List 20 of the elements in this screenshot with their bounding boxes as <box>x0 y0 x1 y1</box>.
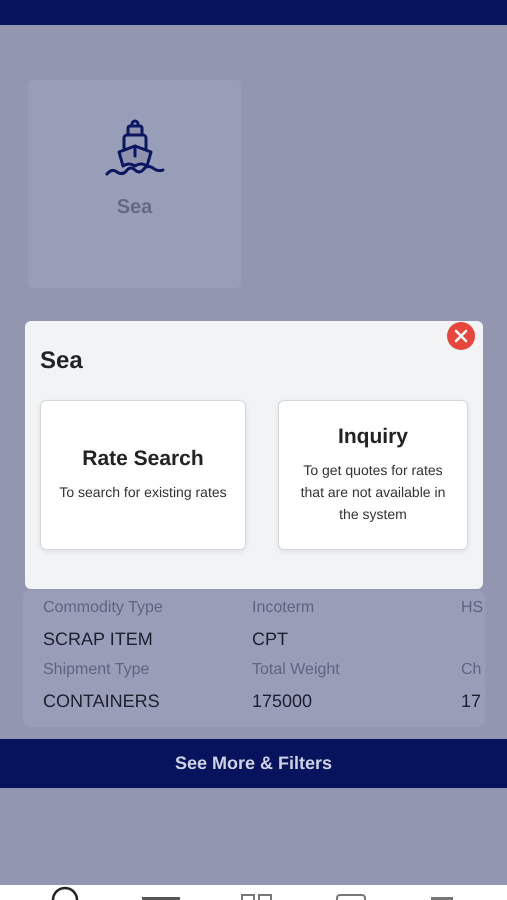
field-value: CONTAINERS <box>43 690 161 713</box>
option-title: Rate Search <box>82 447 204 471</box>
option-title: Inquiry <box>338 425 408 449</box>
option-card[interactable]: Rate Search To search for existing rates <box>40 400 246 550</box>
field-label: HS <box>461 598 484 618</box>
option-card[interactable]: Inquiry To get quotes for rates that are not available in the system <box>278 400 468 550</box>
field-value: 17 <box>461 690 482 713</box>
see-more-button[interactable]: See More & Filters <box>0 739 507 788</box>
field-value: 175000 <box>252 690 314 713</box>
option-description: To get quotes for rates that are not available in the system <box>300 461 446 524</box>
field-value: CPT <box>252 628 289 651</box>
field-label: Total Weight <box>252 660 341 680</box>
field-label: Shipment Type <box>43 660 150 680</box>
option-description: To search for existing rates <box>59 483 227 502</box>
field-label: Commodity Type <box>43 598 164 618</box>
field-label: Ch <box>461 660 482 680</box>
close-icon[interactable] <box>447 322 475 350</box>
field-value: SCRAP ITEM <box>43 628 154 651</box>
field-label: Incoterm <box>252 598 316 618</box>
modal-title: Sea <box>40 347 84 375</box>
